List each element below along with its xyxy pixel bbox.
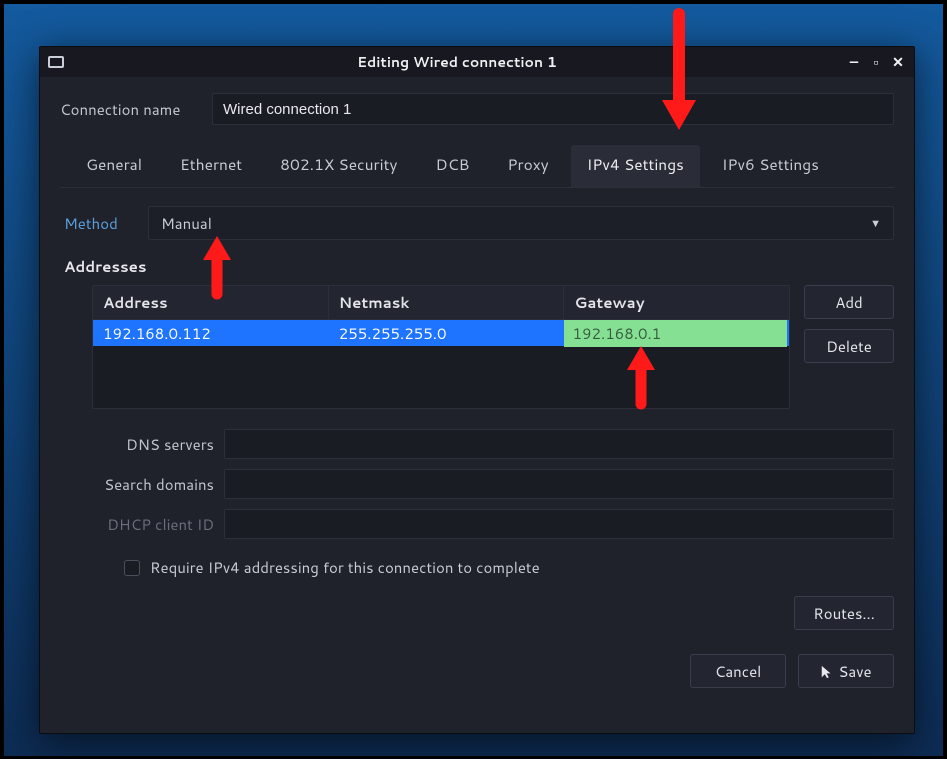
routes-button[interactable]: Routes… xyxy=(794,596,894,630)
connection-name-row: Connection name xyxy=(60,93,894,125)
col-netmask[interactable]: Netmask xyxy=(329,286,565,320)
minimize-button[interactable]: – xyxy=(844,52,864,72)
delete-address-button[interactable]: Delete xyxy=(804,329,894,363)
cell-netmask[interactable]: 255.255.255.0 xyxy=(329,320,565,347)
search-domains-label: Search domains xyxy=(88,474,214,495)
save-button[interactable]: Save xyxy=(798,654,894,688)
cancel-button[interactable]: Cancel xyxy=(690,654,786,688)
chevron-down-icon: ▼ xyxy=(870,215,881,231)
tab-ethernet[interactable]: Ethernet xyxy=(164,145,258,187)
dhcp-client-id-input[interactable] xyxy=(224,509,894,539)
dns-input[interactable] xyxy=(224,429,894,459)
connection-name-input[interactable] xyxy=(212,93,894,125)
dialog-body: Connection name General Ethernet 802.1X … xyxy=(40,77,914,733)
tab-ipv4-settings[interactable]: IPv4 Settings xyxy=(571,145,700,187)
app-icon xyxy=(48,56,64,68)
cell-gateway-editing[interactable]: 192.168.0.1 xyxy=(564,320,787,347)
dns-row: DNS servers xyxy=(88,429,894,459)
connection-name-label: Connection name xyxy=(60,99,198,120)
tab-dcb[interactable]: DCB xyxy=(419,145,485,187)
save-button-label: Save xyxy=(838,661,871,682)
require-ipv4-label: Require IPv4 addressing for this connect… xyxy=(150,557,540,578)
addresses-table[interactable]: Address Netmask Gateway 192.168.0.112 25… xyxy=(92,285,790,409)
dialog-actions: Cancel Save xyxy=(60,630,894,688)
tab-bar: General Ethernet 802.1X Security DCB Pro… xyxy=(60,139,894,188)
maximize-button[interactable]: ▫ xyxy=(866,52,886,72)
tab-ipv6-settings[interactable]: IPv6 Settings xyxy=(706,145,835,187)
tab-proxy[interactable]: Proxy xyxy=(491,145,564,187)
tab-8021x[interactable]: 802.1X Security xyxy=(264,145,413,187)
tab-general[interactable]: General xyxy=(70,145,158,187)
col-address[interactable]: Address xyxy=(93,286,329,320)
desktop-background: BY OFFENSIVE SECURITY Editing Wired conn… xyxy=(0,0,947,759)
dhcp-client-id-row: DHCP client ID xyxy=(88,509,894,539)
dns-label: DNS servers xyxy=(88,434,214,455)
require-ipv4-checkbox[interactable] xyxy=(124,560,140,576)
method-label: Method xyxy=(64,213,134,234)
require-ipv4-row: Require IPv4 addressing for this connect… xyxy=(88,549,894,578)
addresses-section: Addresses Address Netmask Gateway 192.16… xyxy=(60,256,894,409)
search-domains-row: Search domains xyxy=(88,469,894,499)
dhcp-client-id-label: DHCP client ID xyxy=(88,514,214,535)
addresses-heading: Addresses xyxy=(64,256,894,277)
method-dropdown[interactable]: Manual ▼ xyxy=(148,206,894,240)
add-address-button[interactable]: Add xyxy=(804,285,894,319)
lower-fields: DNS servers Search domains DHCP client I… xyxy=(60,409,894,630)
nm-connection-editor-dialog: Editing Wired connection 1 – ▫ ✕ Connect… xyxy=(39,46,915,734)
addresses-buttons: Add Delete xyxy=(804,285,894,363)
cursor-icon xyxy=(820,663,834,677)
method-value: Manual xyxy=(161,213,212,234)
close-button[interactable]: ✕ xyxy=(888,52,908,72)
search-domains-input[interactable] xyxy=(224,469,894,499)
method-row: Method Manual ▼ xyxy=(60,206,894,256)
col-gateway[interactable]: Gateway xyxy=(564,286,789,320)
table-row[interactable]: 192.168.0.112 255.255.255.0 192.168.0.1 xyxy=(93,320,789,346)
cell-address[interactable]: 192.168.0.112 xyxy=(93,320,329,347)
addresses-header-row: Address Netmask Gateway xyxy=(93,286,789,320)
window-title: Editing Wired connection 1 xyxy=(70,52,844,72)
titlebar[interactable]: Editing Wired connection 1 – ▫ ✕ xyxy=(40,47,914,77)
